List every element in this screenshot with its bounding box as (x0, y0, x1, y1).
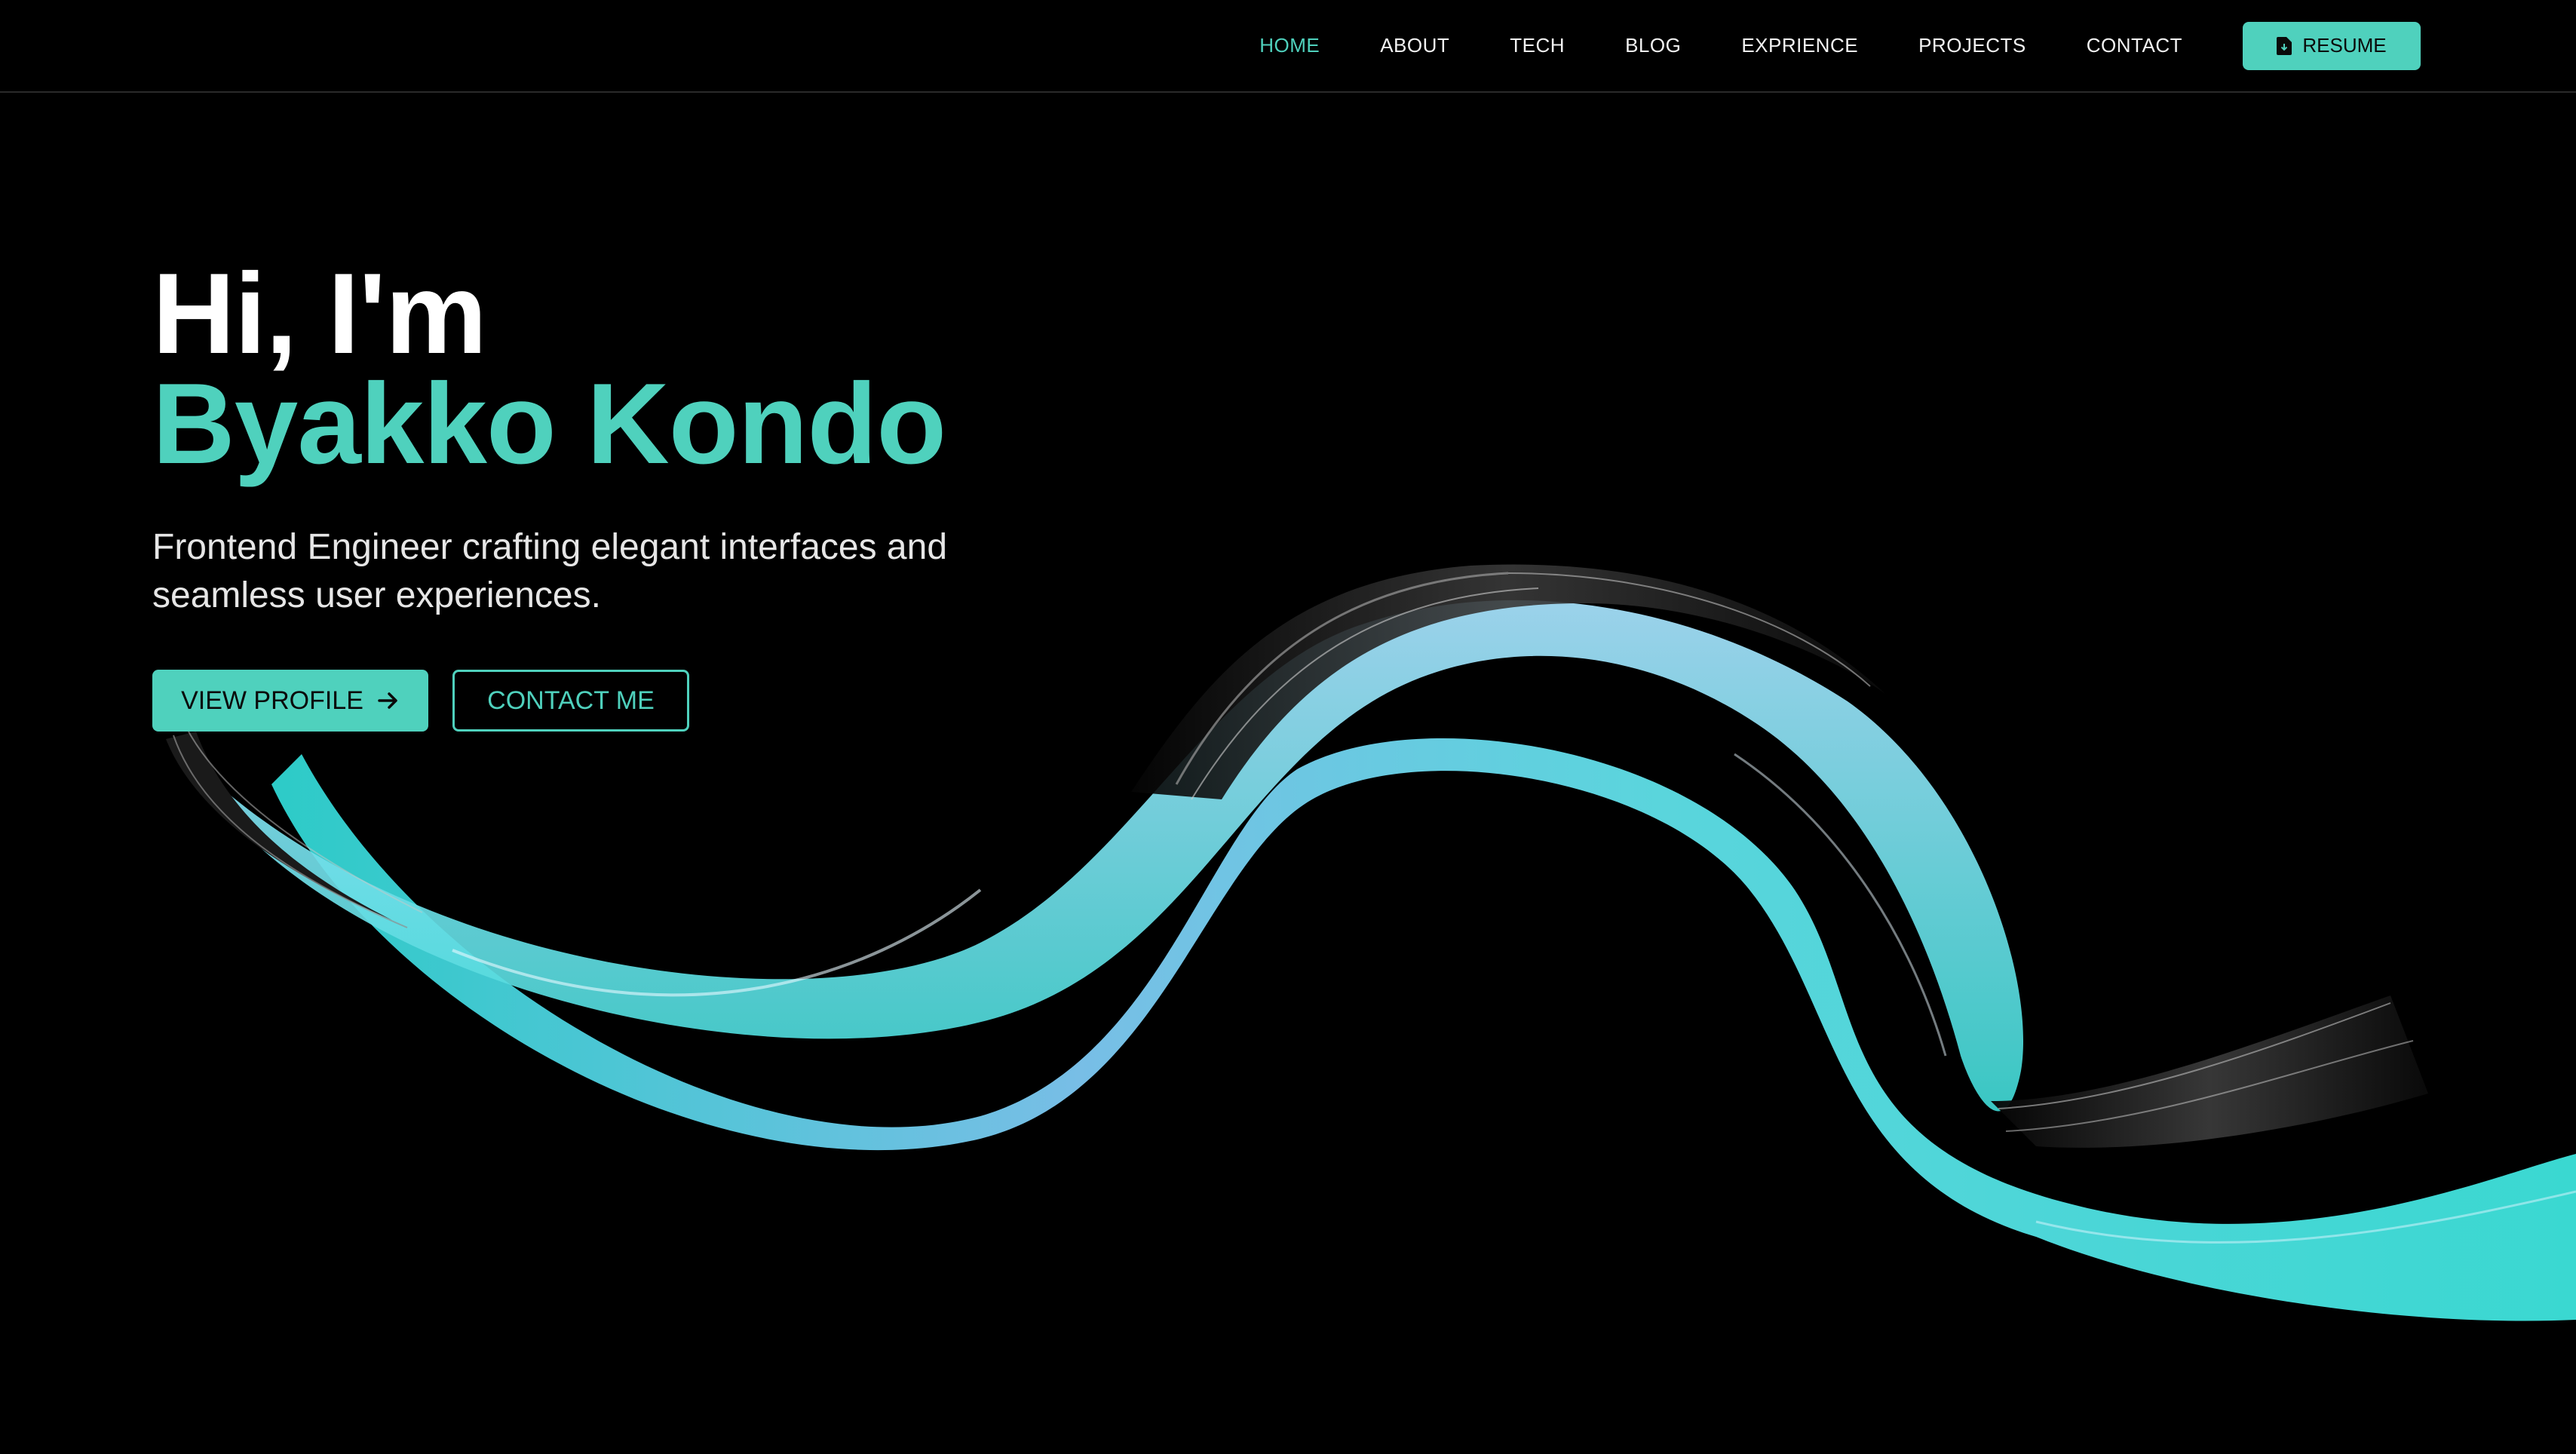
page: HOME ABOUT TECH BLOG EXPRIENCE PROJECTS … (0, 0, 2576, 1454)
hero-actions: VIEW PROFILE CONTACT ME (152, 670, 1283, 732)
hero-greeting: Hi, I'm (152, 250, 487, 378)
hero-name: Byakko Kondo (152, 360, 946, 488)
arrow-right-icon (378, 692, 397, 709)
contact-me-button[interactable]: CONTACT ME (452, 670, 689, 732)
hero-section: Hi, I'm Byakko Kondo Frontend Engineer c… (152, 256, 1283, 732)
view-profile-button[interactable]: VIEW PROFILE (152, 670, 428, 732)
view-profile-label: VIEW PROFILE (181, 686, 363, 715)
hero-tagline: Frontend Engineer crafting elegant inter… (152, 527, 948, 615)
